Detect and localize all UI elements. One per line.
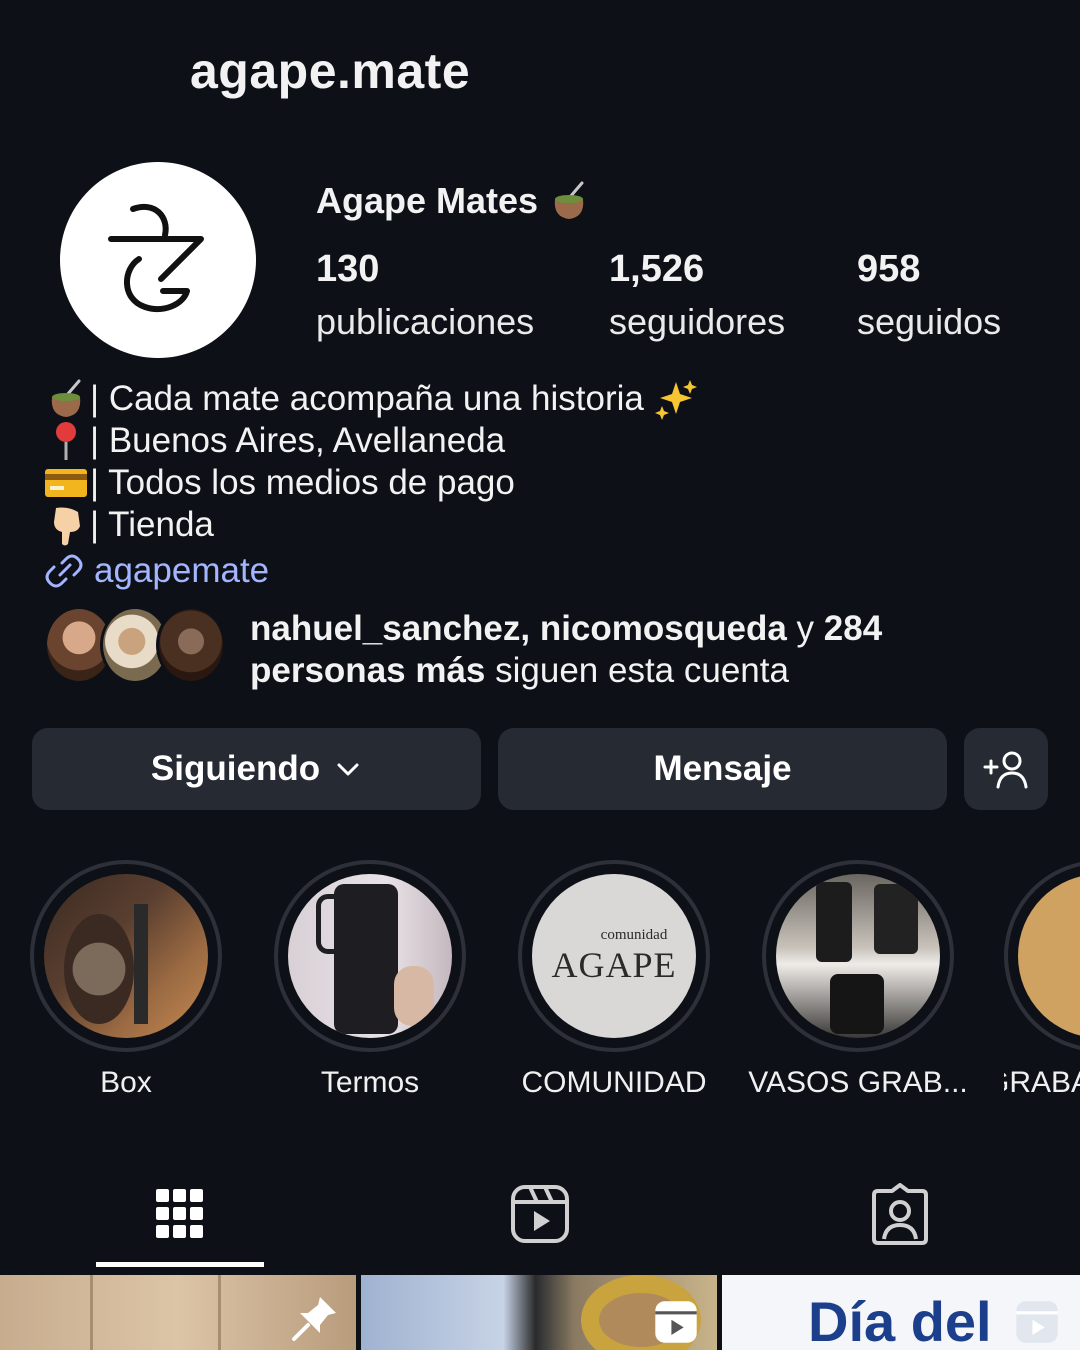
add-user-icon [983,751,1028,789]
point-down-icon [54,507,80,546]
stat-following-label: seguidos [857,301,1002,342]
highlight-ring: comunidad AGAPE [518,860,710,1052]
highlight-label: GRABA [1004,1066,1080,1099]
stat-posts[interactable]: 130 publicaciones [316,248,534,343]
bio-line-text: | Buenos Aires, Avellaneda [90,421,506,460]
followed-by-text: nahuel_sanchez, nicomosqueda y 284 perso… [250,608,882,692]
bio-link-text[interactable]: agapemate [94,550,269,592]
highlight-vasos[interactable]: VASOS GRAB... [748,860,968,1100]
stat-followers-value: 1,526 [609,248,705,290]
highlight-termos[interactable]: Termos [272,860,468,1100]
tab-tagged[interactable] [816,1160,984,1268]
highlight-cover: comunidad AGAPE [532,874,696,1038]
stat-following[interactable]: 958 seguidos [857,248,1001,343]
chevron-down-icon [337,763,359,776]
followed-by-names[interactable]: nahuel_sanchez, nicomosqueda [250,609,787,648]
profile-display-name: Agape Mates [316,180,586,222]
avatar [156,606,226,684]
stat-followers-label: seguidores [609,301,786,342]
post-grid: Día del [0,1275,1080,1350]
post-tile[interactable] [361,1275,717,1350]
agape-logo-icon [108,204,204,312]
highlight-ring [30,860,222,1052]
tagged-user-icon [872,1183,928,1245]
mate-icon [51,379,81,417]
highlight-cover [776,874,940,1038]
followed-by-count: 284 [823,609,883,648]
followed-by-rest: siguen esta cuenta [485,651,789,690]
highlight-ring [762,860,954,1052]
message-button[interactable]: Mensaje [498,728,947,810]
highlight-graba[interactable]: GRABA [1004,860,1080,1100]
highlight-cover [44,874,208,1038]
followed-by[interactable]: nahuel_sanchez, nicomosqueda y 284 perso… [44,606,882,692]
sparkles-icon [654,380,697,420]
mate-icon [554,181,584,219]
highlight-box[interactable]: Box [28,860,224,1100]
stat-followers[interactable]: 1,526 seguidores [609,248,785,343]
stat-following-value: 958 [857,248,921,290]
highlight-comunidad[interactable]: comunidad AGAPE COMUNIDAD [516,860,712,1100]
highlight-ring [1004,860,1080,1052]
bio-line: | Tienda [42,504,698,546]
bio-line: | Cada mate acompaña una historia [42,378,698,420]
profile-bio: | Cada mate acompaña una historia | Buen… [42,378,698,592]
profile-username: agape.mate [190,43,471,99]
active-tab-indicator [96,1262,264,1267]
bio-line-text: | Cada mate acompaña una historia [90,379,644,418]
tab-reels[interactable] [456,1160,624,1268]
post-tile[interactable]: Día del [722,1275,1080,1350]
post-tile-text: Día del [808,1290,992,1350]
pin-post-icon [292,1297,336,1341]
reel-badge-icon [655,1301,697,1343]
highlight-ring [274,860,466,1052]
highlight-label: COMUNIDAD [521,1066,707,1099]
stat-posts-label: publicaciones [316,301,535,342]
post-tile[interactable] [0,1275,356,1350]
message-label: Mensaje [653,749,792,788]
following-label: Siguiendo [150,749,321,788]
bio-line-text: | Tienda [90,505,214,544]
followed-by-conj: y [786,609,824,648]
highlight-cover [1018,874,1080,1038]
display-name-text: Agape Mates [316,180,539,221]
bio-line: | Todos los medios de pago [42,462,698,504]
tab-posts[interactable] [96,1160,264,1268]
reel-badge-icon [1016,1301,1058,1343]
cover-small-text: comunidad [600,926,668,943]
cover-big-text: AGAPE [551,944,677,985]
highlight-label: Termos [320,1066,420,1099]
grid-icon [156,1189,203,1238]
card-icon [45,469,87,497]
followed-by-bold: personas más [250,651,486,690]
add-user-button[interactable] [964,728,1048,810]
profile-tabs [0,1160,1080,1268]
bio-line-text: | Todos los medios de pago [90,463,515,502]
highlight-label: Box [100,1066,152,1099]
profile-avatar[interactable] [60,162,256,358]
bio-line: | Buenos Aires, Avellaneda [42,420,698,462]
highlight-cover [288,874,452,1038]
pin-icon [56,422,76,460]
stat-posts-value: 130 [316,248,380,290]
reels-icon [511,1185,569,1243]
following-button[interactable]: Siguiendo [32,728,481,810]
highlight-label: VASOS GRAB... [748,1066,968,1099]
bio-link[interactable]: agapemate [42,550,698,592]
link-icon [45,554,83,588]
